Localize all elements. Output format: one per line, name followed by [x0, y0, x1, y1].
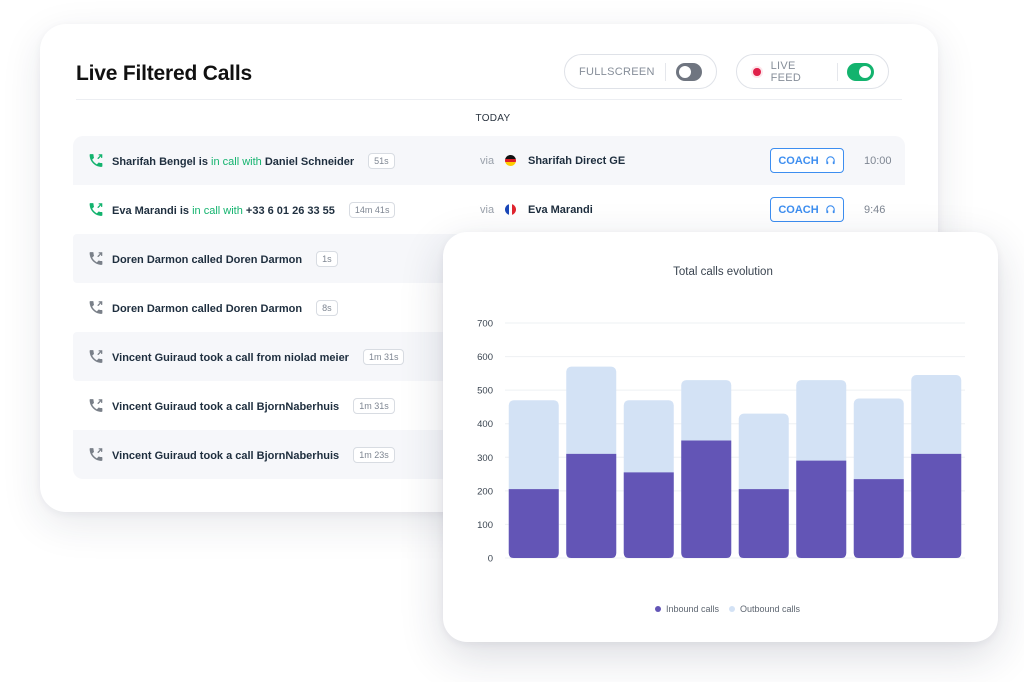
- bar-inbound[interactable]: [911, 453, 962, 558]
- duration-badge: 1m 31s: [362, 348, 405, 365]
- pill-divider: [664, 62, 666, 81]
- bar-inbound[interactable]: [681, 440, 732, 559]
- live-feed-toggle[interactable]: LIVE FEED: [736, 54, 889, 89]
- call-time: 10:00: [864, 154, 892, 167]
- call-description: Vincent Guiraud took a call from niolad …: [112, 348, 405, 365]
- bar-inbound[interactable]: [853, 479, 904, 558]
- call-row[interactable]: Eva Marandi is in call with +33 6 01 26 …: [73, 185, 905, 234]
- call-caller: Sharifah Bengel is: [112, 155, 208, 168]
- call-status-text: in call with: [192, 204, 243, 217]
- duration-badge: 8s: [316, 299, 338, 316]
- y-tick-label: 200: [477, 486, 493, 497]
- phone-line-name: Eva Marandi: [528, 203, 593, 216]
- coach-button[interactable]: COACH: [770, 197, 844, 222]
- coach-label: COACH: [778, 154, 819, 167]
- y-tick-label: 500: [477, 386, 493, 397]
- y-tick-label: 100: [477, 520, 493, 531]
- y-tick-label: 600: [477, 352, 493, 363]
- y-tick-label: 300: [477, 453, 493, 464]
- call-caller: Doren Darmon called Doren Darmon: [112, 302, 303, 315]
- headset-icon: [825, 155, 836, 166]
- germany-flag-icon: [505, 155, 516, 166]
- live-indicator-icon: [753, 67, 761, 76]
- duration-badge: 51s: [368, 152, 395, 169]
- call-target: +33 6 01 26 33 55: [245, 204, 335, 217]
- page-title: Live Filtered Calls: [76, 62, 252, 85]
- bar-inbound[interactable]: [738, 489, 789, 558]
- outgoing-call-icon: [87, 348, 105, 365]
- headset-icon: [825, 204, 836, 215]
- legend-label-inbound: Inbound calls: [665, 604, 719, 614]
- phone-line-name: Sharifah Direct GE: [528, 154, 626, 167]
- duration-badge: 14m 41s: [348, 201, 396, 218]
- y-tick-label: 700: [477, 319, 493, 330]
- pill-divider: [836, 62, 838, 81]
- call-caller: Doren Darmon called Doren Darmon: [112, 253, 303, 266]
- call-target: Daniel Schneider: [264, 155, 355, 168]
- active-call-icon: [87, 152, 105, 169]
- call-status-text: in call with: [211, 155, 262, 168]
- chart-card: Total calls evolution 0 100 200 300 400 500 60…: [443, 232, 998, 642]
- duration-badge: 1m 23s: [353, 446, 395, 463]
- bar-inbound[interactable]: [796, 460, 847, 558]
- bar-inbound[interactable]: [623, 472, 674, 558]
- call-description: Vincent Guiraud took a call BjornNaberhu…: [112, 397, 395, 414]
- via-label: via: [480, 154, 495, 167]
- call-description: Vincent Guiraud took a call BjornNaberhu…: [112, 446, 395, 463]
- chart-legend: Inbound calls Outbound calls: [443, 604, 998, 614]
- date-section-label: TODAY: [475, 113, 511, 124]
- duration-badge: 1s: [316, 250, 338, 267]
- call-caller: Eva Marandi is: [112, 204, 190, 217]
- legend-label-outbound: Outbound calls: [740, 604, 801, 614]
- call-caller: Vincent Guiraud took a call BjornNaberhu…: [112, 449, 340, 462]
- outgoing-call-icon: [87, 250, 105, 267]
- y-tick-label: 400: [477, 419, 493, 430]
- legend-dot-inbound: [654, 606, 661, 612]
- coach-button[interactable]: COACH: [770, 148, 844, 173]
- call-description: Eva Marandi is in call with +33 6 01 26 …: [112, 201, 396, 218]
- legend-item-inbound[interactable]: Inbound calls: [654, 604, 719, 614]
- total-calls-chart: 0 100 200 300 400 500 600 700: [477, 319, 965, 565]
- live-feed-switch[interactable]: [847, 62, 874, 81]
- bar-inbound[interactable]: [566, 453, 617, 558]
- call-description: Sharifah Bengel is in call with Daniel S…: [112, 152, 395, 169]
- fullscreen-toggle[interactable]: FULLSCREEN: [564, 54, 717, 89]
- coach-label: COACH: [778, 203, 819, 216]
- outgoing-call-icon: [87, 446, 105, 463]
- fullscreen-switch[interactable]: [675, 62, 702, 81]
- call-caller: Vincent Guiraud took a call from niolad …: [112, 351, 349, 364]
- y-tick-label: 0: [488, 554, 493, 565]
- france-flag-icon: [505, 204, 516, 215]
- call-time: 9:46: [864, 203, 886, 216]
- legend-item-outbound[interactable]: Outbound calls: [729, 604, 800, 614]
- duration-badge: 1m 31s: [353, 397, 395, 414]
- call-caller: Vincent Guiraud took a call BjornNaberhu…: [112, 400, 340, 413]
- switch-knob: [859, 65, 871, 78]
- outgoing-call-icon: [87, 397, 105, 414]
- outgoing-call-icon: [87, 299, 105, 316]
- active-call-icon: [87, 201, 105, 218]
- header-divider: [76, 99, 902, 100]
- via-label: via: [480, 203, 495, 216]
- switch-knob: [678, 65, 691, 78]
- call-description: Doren Darmon called Doren Darmon 8s: [112, 299, 338, 316]
- call-description: Doren Darmon called Doren Darmon 1s: [112, 250, 338, 267]
- live-feed-label: LIVE FEED: [770, 59, 802, 84]
- calls-header: Live Filtered Calls FULLSCREEN LIVE FEED: [76, 54, 902, 100]
- fullscreen-label: FULLSCREEN: [579, 65, 655, 78]
- legend-dot-outbound: [729, 606, 735, 612]
- call-row[interactable]: Sharifah Bengel is in call with Daniel S…: [73, 136, 905, 185]
- bar-inbound[interactable]: [508, 489, 559, 558]
